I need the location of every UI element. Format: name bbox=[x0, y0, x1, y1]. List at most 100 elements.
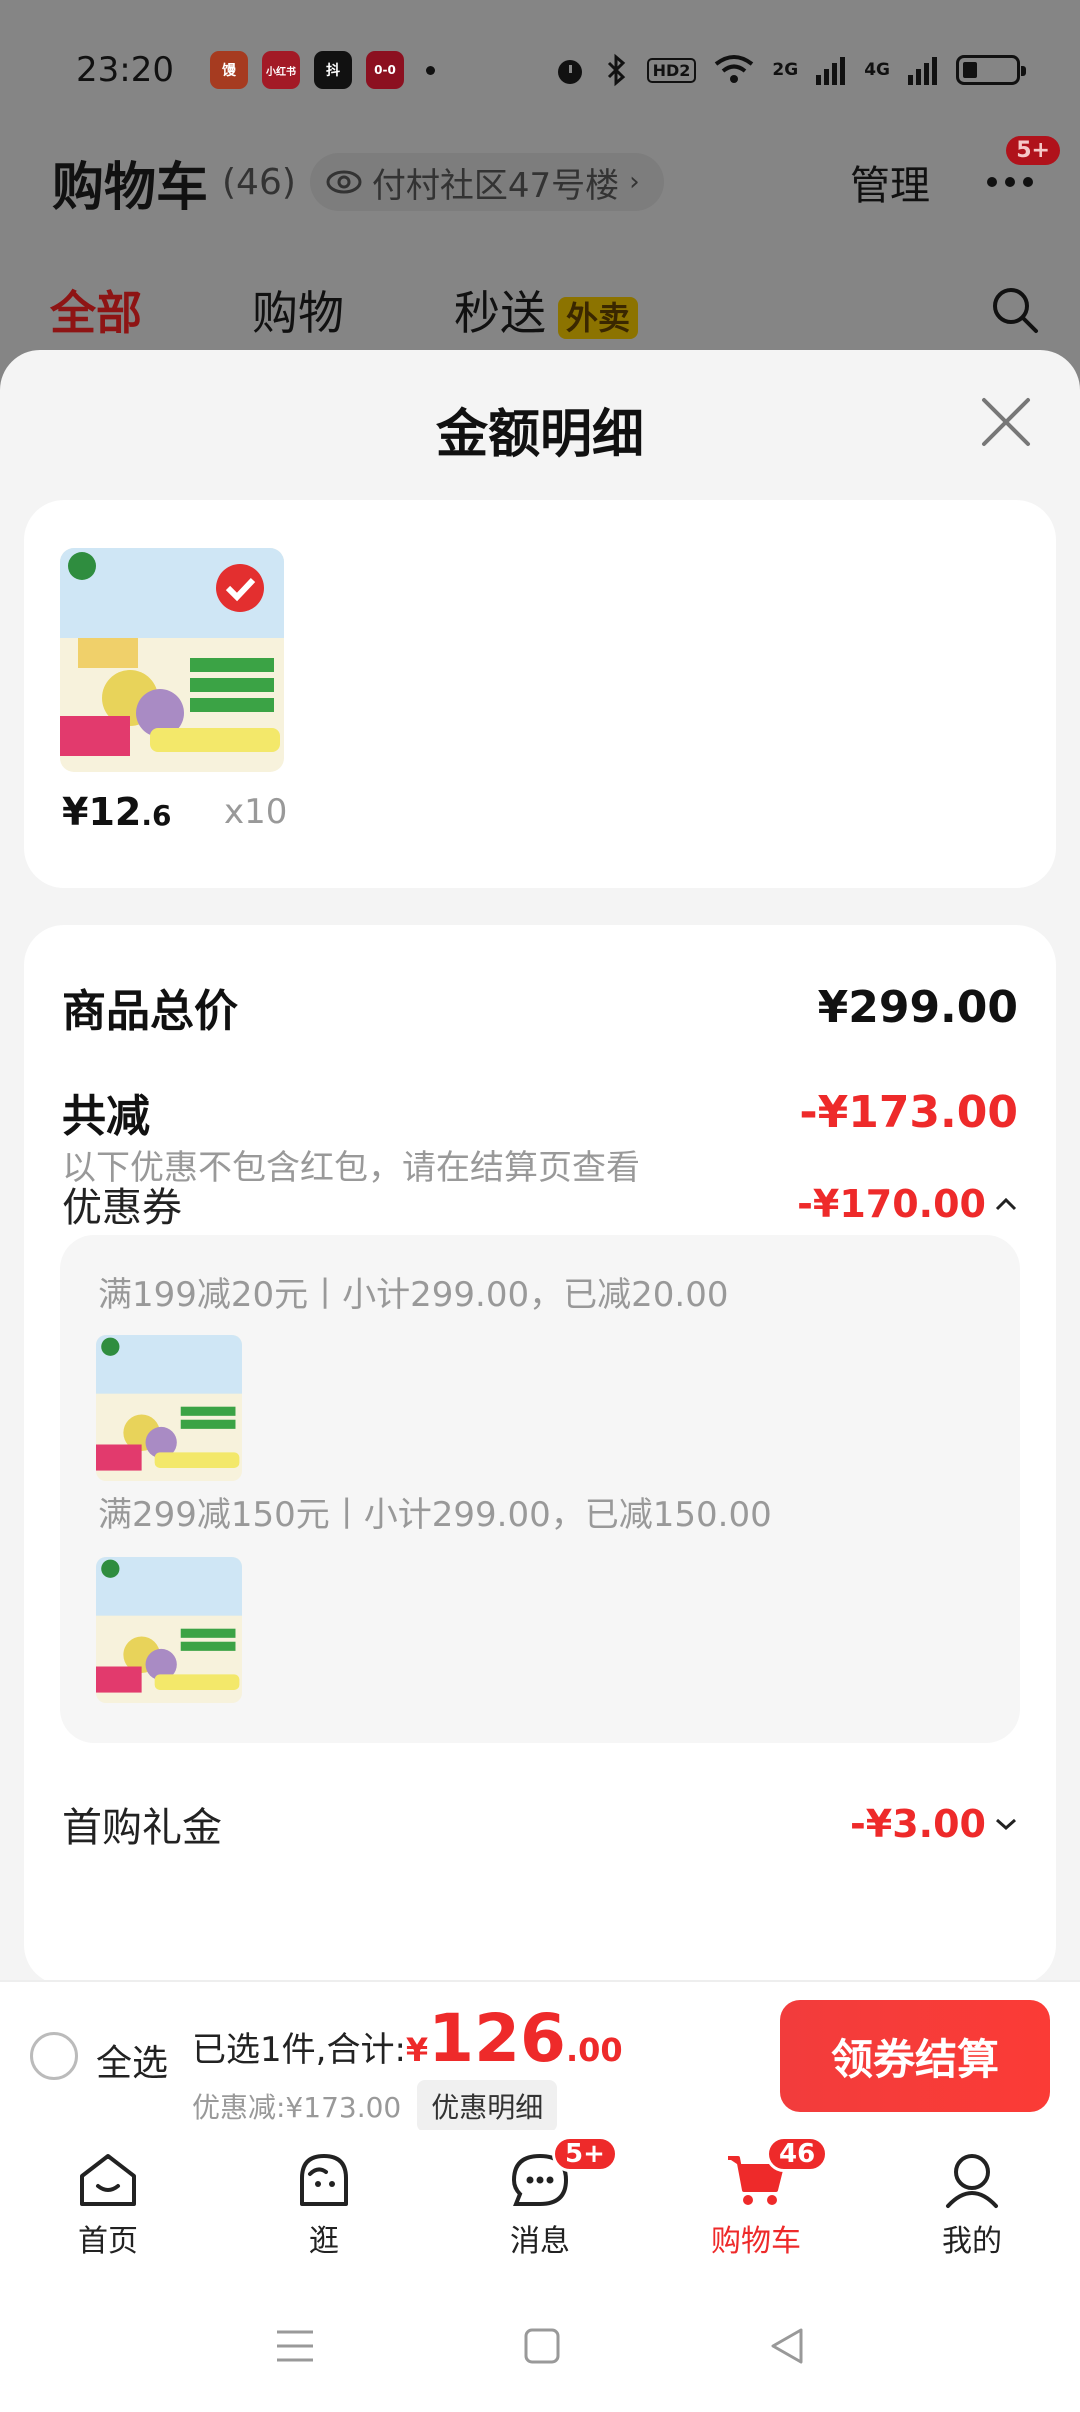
app-icon-mantou: 馒 bbox=[209, 51, 248, 89]
system-nav-bar bbox=[0, 2280, 1080, 2412]
cart-title: 购物车 bbox=[52, 157, 209, 218]
coupon-row[interactable]: 优惠券 -¥170.00 bbox=[62, 1175, 1018, 1233]
coupon-line-2: 满299减150元丨小计299.00，已减150.00 bbox=[98, 1495, 772, 1535]
nav-label-browse: 逛 bbox=[309, 2224, 339, 2259]
first-buy-row[interactable]: 首购礼金 -¥3.00 bbox=[62, 1795, 1018, 1853]
more-dot bbox=[1023, 177, 1033, 187]
checkout-button[interactable]: 领券结算 bbox=[780, 2000, 1050, 2112]
app-icon-douyin: 抖 bbox=[313, 51, 352, 89]
tab-shopping[interactable]: 购物 bbox=[252, 277, 344, 343]
address-label: 付村社区47号楼 bbox=[371, 165, 620, 206]
product-price-dec: .6 bbox=[141, 799, 172, 832]
product-card: ¥12.6 x10 bbox=[24, 500, 1056, 888]
nav-item-me[interactable]: 我的 bbox=[864, 2130, 1080, 2280]
coupon-product-thumb-2 bbox=[96, 1557, 242, 1703]
status-bar: 23:20 馒 小红书 抖 0-0 HD2 2G 4G bbox=[0, 0, 1080, 140]
nav-item-browse[interactable]: 逛 bbox=[216, 2130, 432, 2280]
manage-button[interactable]: 管理 bbox=[850, 153, 930, 211]
selected-total: 已选1件,合计: ¥ 126 .00 bbox=[192, 2000, 623, 2077]
more-button[interactable]: 5+ bbox=[980, 136, 1060, 212]
chevron-down-icon bbox=[996, 1818, 1016, 1831]
total-cents: .00 bbox=[565, 2031, 623, 2069]
address-selector[interactable]: 付村社区47号楼 › bbox=[309, 153, 664, 211]
app-icon-game: 0-0 bbox=[365, 51, 404, 89]
checkout-bar: 全选 已选1件,合计: ¥ 126 .00 优惠减:¥173.00 优惠明细 领… bbox=[0, 1980, 1080, 2132]
alarm-icon bbox=[557, 60, 582, 84]
coupon-line-1: 满199减20元丨小计299.00，已减20.00 bbox=[98, 1275, 729, 1315]
more-dot bbox=[987, 177, 997, 187]
wifi-icon bbox=[715, 55, 754, 83]
signal-icon bbox=[816, 57, 846, 85]
back-icon[interactable] bbox=[767, 2326, 807, 2366]
nav-item-home[interactable]: 首页 bbox=[0, 2130, 216, 2280]
coupon-label: 优惠券 bbox=[62, 1185, 182, 1231]
product-quantity: x10 bbox=[224, 792, 288, 832]
nav-label-cart: 购物车 bbox=[711, 2224, 801, 2259]
home-icon bbox=[80, 2154, 136, 2206]
discount-detail-button[interactable]: 优惠明细 bbox=[417, 2080, 558, 2132]
total-row: 商品总价 ¥299.00 bbox=[62, 975, 1018, 1039]
first-buy-label: 首购礼金 bbox=[62, 1805, 222, 1851]
system-icons: HD2 2G 4G bbox=[553, 53, 1026, 87]
coupon-value-wrap: -¥170.00 bbox=[797, 1182, 1018, 1226]
notification-dot bbox=[425, 65, 435, 75]
status-time: 23:20 bbox=[76, 50, 174, 90]
selected-text: 已选1件,合计: bbox=[192, 2030, 406, 2070]
total-value: ¥299.00 bbox=[817, 981, 1018, 1033]
reduce-label: 共减 bbox=[62, 1091, 150, 1142]
signal-2g-label: 2G bbox=[772, 60, 799, 80]
chevron-right-icon: › bbox=[629, 167, 640, 197]
coupon-detail-box: 满199减20元丨小计299.00，已减20.00 满299减150元丨小计29… bbox=[60, 1235, 1020, 1743]
home-square-icon[interactable] bbox=[522, 2326, 562, 2366]
cart-badge: 46 bbox=[766, 2136, 829, 2172]
product-thumbnail[interactable] bbox=[60, 548, 284, 772]
tab-express-label: 秒送 bbox=[454, 286, 546, 340]
reduce-row: 共减 -¥173.00 bbox=[62, 1080, 1018, 1144]
product-image bbox=[96, 1335, 242, 1481]
total-amount: 126 bbox=[428, 2000, 566, 2077]
nav-label-messages: 消息 bbox=[510, 2224, 570, 2259]
eye-icon bbox=[326, 170, 362, 194]
coupon-product-thumb-1 bbox=[96, 1335, 242, 1481]
profile-icon bbox=[946, 2154, 998, 2208]
battery-icon bbox=[956, 55, 1026, 85]
total-label: 商品总价 bbox=[62, 986, 238, 1037]
total-yen: ¥ bbox=[405, 2031, 429, 2069]
cart-count: (46) bbox=[222, 161, 296, 203]
signal-4g-label: 4G bbox=[864, 60, 890, 80]
search-icon[interactable] bbox=[990, 285, 1040, 335]
discount-line: 优惠减:¥173.00 优惠明细 bbox=[192, 2080, 558, 2132]
select-all-radio[interactable] bbox=[30, 2032, 78, 2080]
cart-header: 购物车 (46) 付村社区47号楼 › 管理 5+ bbox=[52, 136, 1060, 218]
nav-label-me: 我的 bbox=[942, 2224, 1002, 2259]
product-image bbox=[96, 1557, 242, 1703]
price-summary-card: 商品总价 ¥299.00 共减 -¥173.00 以下优惠不包含红包，请在结算页… bbox=[24, 925, 1056, 1985]
nav-item-cart[interactable]: 购物车 46 bbox=[648, 2130, 864, 2280]
discount-text: 优惠减:¥173.00 bbox=[192, 2091, 402, 2124]
hd-icon: HD2 bbox=[646, 57, 697, 83]
status-app-icons: 馒 小红书 抖 0-0 bbox=[209, 51, 404, 89]
menu-icon[interactable] bbox=[273, 2326, 317, 2366]
takeaway-tag: 外卖 bbox=[558, 297, 639, 339]
chevron-up-icon bbox=[995, 1197, 1017, 1211]
nav-item-messages[interactable]: 消息 5+ bbox=[432, 2130, 648, 2280]
app-icon-xiaohongshu: 小红书 bbox=[261, 51, 300, 89]
product-price-int: ¥12 bbox=[62, 790, 142, 834]
tab-all[interactable]: 全部 bbox=[50, 277, 142, 365]
sheet-title: 金额明细 bbox=[435, 405, 644, 465]
select-all-label[interactable]: 全选 bbox=[96, 2034, 168, 2086]
cart-tabs: 全部 购物 秒送 外卖 bbox=[50, 270, 1040, 365]
nav-label-home: 首页 bbox=[78, 2224, 138, 2259]
amount-detail-sheet: 金额明细 ¥12.6 x10 商品总价 ¥299.00 共减 -¥173.00 … bbox=[0, 350, 1080, 1985]
first-buy-value: -¥3.00 bbox=[850, 1802, 986, 1846]
coupon-value: -¥170.00 bbox=[797, 1182, 986, 1226]
browse-icon bbox=[300, 2154, 348, 2206]
product-image bbox=[60, 548, 284, 772]
bottom-nav: 首页 逛 消息 5+ 购物车 46 我的 bbox=[0, 2130, 1080, 2280]
messages-badge: 5+ bbox=[552, 2136, 618, 2172]
reduce-value: -¥173.00 bbox=[799, 1086, 1018, 1138]
signal-icon-2 bbox=[908, 57, 937, 85]
more-badge: 5+ bbox=[1006, 136, 1060, 165]
tab-express[interactable]: 秒送 外卖 bbox=[454, 277, 639, 343]
close-icon[interactable] bbox=[976, 392, 1036, 452]
